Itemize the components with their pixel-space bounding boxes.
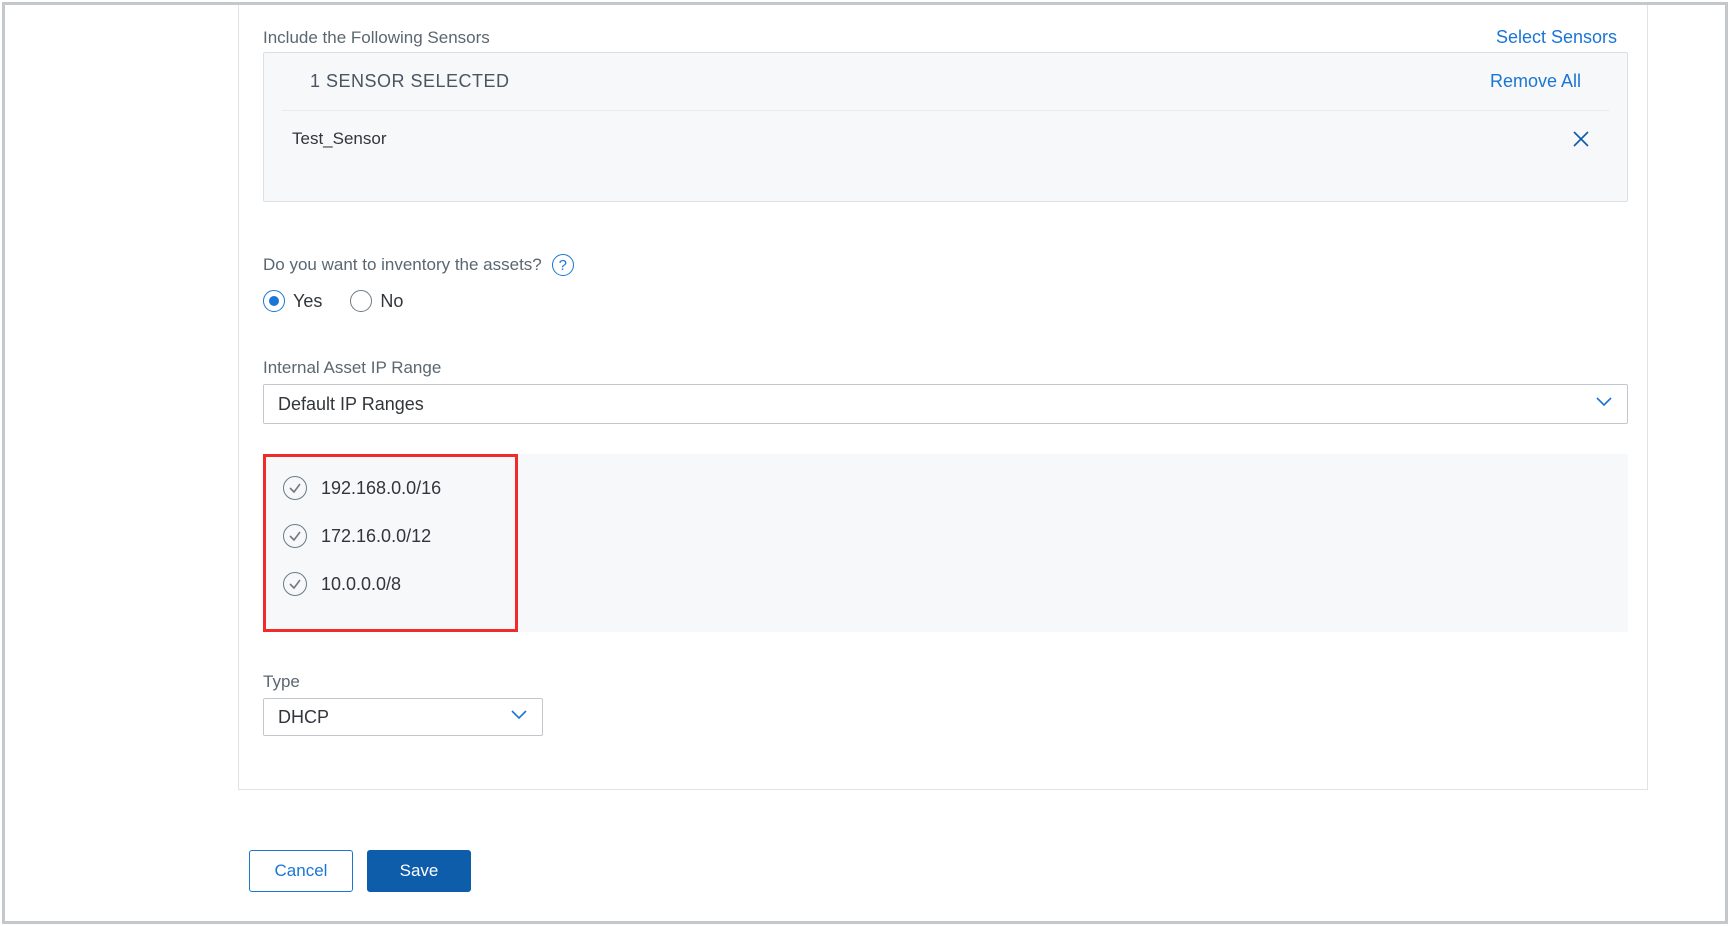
ip-range-value: 10.0.0.0/8 [321,574,401,595]
check-circle-icon [283,476,307,500]
type-selected-value: DHCP [278,707,329,728]
inventory-question-row: Do you want to inventory the assets? ? [263,254,574,276]
type-select[interactable]: DHCP [263,698,543,736]
include-sensors-label: Include the Following Sensors [263,28,490,48]
cancel-button[interactable]: Cancel [249,850,353,892]
inventory-radio-yes[interactable]: Yes [263,290,322,312]
form-actions: Cancel Save [249,850,471,892]
radio-label-no: No [380,291,403,312]
radio-indicator [350,290,372,312]
ip-range-item: 10.0.0.0/8 [283,572,1608,596]
sensor-row: Test_Sensor [264,111,1627,149]
selected-sensors-box: 1 SENSOR SELECTED Remove All Test_Sensor [263,52,1628,202]
ip-range-item: 192.168.0.0/16 [283,476,1608,500]
sensor-name: Test_Sensor [292,129,387,149]
ip-range-label: Internal Asset IP Range [263,358,441,378]
check-circle-icon [283,572,307,596]
ip-range-value: 172.16.0.0/12 [321,526,431,547]
save-button[interactable]: Save [367,850,471,892]
chevron-down-icon [1595,395,1613,413]
inventory-question-label: Do you want to inventory the assets? [263,255,542,275]
remove-sensor-button[interactable] [1571,129,1599,149]
ip-range-item: 172.16.0.0/12 [283,524,1608,548]
ip-range-list-box: 192.168.0.0/16 172.16.0.0/12 10.0.0.0/8 [263,454,1628,632]
ip-range-select[interactable]: Default IP Ranges [263,384,1628,424]
ip-range-selected-value: Default IP Ranges [278,394,424,415]
select-sensors-link[interactable]: Select Sensors [1496,27,1617,48]
radio-label-yes: Yes [293,291,322,312]
radio-indicator [263,290,285,312]
inventory-radio-group: Yes No [263,290,403,312]
remove-all-link[interactable]: Remove All [1490,71,1581,92]
help-icon[interactable]: ? [552,254,574,276]
page-frame: Include the Following Sensors Select Sen… [2,2,1728,924]
inventory-radio-no[interactable]: No [350,290,403,312]
selected-sensors-count: 1 SENSOR SELECTED [310,71,510,92]
selected-sensors-header: 1 SENSOR SELECTED Remove All [282,53,1609,111]
chevron-down-icon [510,708,528,726]
check-circle-icon [283,524,307,548]
close-icon [1571,129,1591,149]
type-label: Type [263,672,300,692]
ip-range-value: 192.168.0.0/16 [321,478,441,499]
